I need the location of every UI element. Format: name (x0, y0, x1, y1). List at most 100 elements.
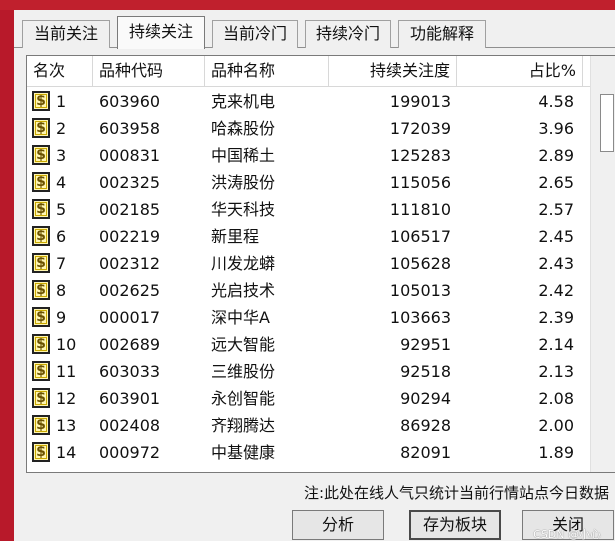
analyze-button[interactable]: 分析 (292, 510, 384, 540)
code-cell: 002625 (99, 281, 161, 300)
rank-cell: 6 (56, 227, 67, 246)
list-item[interactable]: $2 603958 哈森股份 172039 3.96 (27, 115, 591, 142)
ratio-cell: 2.00 (538, 416, 574, 435)
dollar-icon: $ (32, 361, 50, 381)
name-cell: 中基健康 (211, 443, 276, 462)
list-item[interactable]: $3 000831 中国稀土 125283 2.89 (27, 142, 591, 169)
list-item[interactable]: $6 002219 新里程 106517 2.45 (27, 223, 591, 250)
name-cell: 中国稀土 (211, 146, 276, 165)
header-code[interactable]: 品种代码 (93, 56, 205, 87)
list-item[interactable]: $7 002312 川发龙蟒 105628 2.43 (27, 250, 591, 277)
rank-cell: 11 (56, 362, 77, 381)
attention-cell: 92951 (400, 335, 451, 354)
header-attention[interactable]: 持续关注度 (329, 56, 457, 87)
rank-cell: 7 (56, 254, 67, 273)
list-item[interactable]: $11 603033 三维股份 92518 2.13 (27, 358, 591, 385)
code-cell: 002689 (99, 335, 161, 354)
attention-cell: 103663 (389, 308, 451, 327)
dollar-icon: $ (32, 442, 50, 462)
list-item[interactable]: $4 002325 洪涛股份 115056 2.65 (27, 169, 591, 196)
attention-cell: 125283 (389, 146, 451, 165)
scrollbar-thumb[interactable] (600, 94, 614, 152)
name-cell: 克来机电 (211, 92, 276, 111)
code-cell: 002408 (99, 416, 161, 435)
save-block-button[interactable]: 存为板块 (409, 510, 501, 540)
rank-cell: 12 (56, 389, 77, 408)
ratio-cell: 3.96 (538, 119, 574, 138)
rank-cell: 13 (56, 416, 77, 435)
list-item[interactable]: $9 000017 深中华A 103663 2.39 (27, 304, 591, 331)
ratio-cell: 2.13 (538, 362, 574, 381)
name-cell: 永创智能 (211, 389, 276, 408)
ranking-list[interactable]: 名次 品种代码 品种名称 持续关注度 占比% $1 603960 克来机电 19901… (26, 55, 615, 473)
rank-cell: 4 (56, 173, 67, 192)
ratio-cell: 2.57 (538, 200, 574, 219)
tab-bar: 当前关注 持续关注 当前冷门 持续冷门 功能解释 (14, 16, 615, 49)
attention-cell: 106517 (389, 227, 451, 246)
ratio-cell: 2.39 (538, 308, 574, 327)
list-item[interactable]: $12 603901 永创智能 90294 2.08 (27, 385, 591, 412)
attention-cell: 92518 (400, 362, 451, 381)
dollar-icon: $ (32, 118, 50, 138)
rank-cell: 3 (56, 146, 67, 165)
rank-cell: 5 (56, 200, 67, 219)
name-cell: 深中华A (211, 308, 270, 327)
code-cell: 000972 (99, 443, 161, 462)
dollar-icon: $ (32, 91, 50, 111)
ratio-cell: 2.08 (538, 389, 574, 408)
attention-cell: 105628 (389, 254, 451, 273)
ratio-cell: 4.58 (538, 92, 574, 111)
dollar-icon: $ (32, 415, 50, 435)
rank-cell: 14 (56, 443, 77, 462)
attention-cell: 199013 (389, 92, 451, 111)
list-item[interactable]: $14 000972 中基健康 82091 1.89 (27, 439, 591, 466)
tab-current-attention[interactable]: 当前关注 (22, 20, 110, 48)
footnote: 注:此处在线人气只统计当前行情站点今日数据 (303, 484, 609, 502)
rank-cell: 9 (56, 308, 67, 327)
tab-function-explanation[interactable]: 功能解释 (398, 20, 486, 48)
rank-cell: 2 (56, 119, 67, 138)
dollar-icon: $ (32, 199, 50, 219)
list-item[interactable]: $13 002408 齐翔腾达 86928 2.00 (27, 412, 591, 439)
header-name[interactable]: 品种名称 (205, 56, 329, 87)
rank-cell: 10 (56, 335, 77, 354)
list-item[interactable]: $1 603960 克来机电 199013 4.58 (27, 88, 591, 115)
code-cell: 603960 (99, 92, 161, 111)
title-bar (0, 0, 615, 10)
attention-cell: 172039 (389, 119, 451, 138)
list-item[interactable]: $5 002185 华天科技 111810 2.57 (27, 196, 591, 223)
tab-current-unpopular[interactable]: 当前冷门 (212, 20, 298, 48)
list-item[interactable]: $10 002689 远大智能 92951 2.14 (27, 331, 591, 358)
dollar-icon: $ (32, 280, 50, 300)
name-cell: 哈森股份 (211, 119, 276, 138)
list-header: 名次 品种代码 品种名称 持续关注度 占比% (27, 56, 591, 87)
ratio-cell: 2.42 (538, 281, 574, 300)
name-cell: 三维股份 (211, 362, 276, 381)
vertical-scrollbar[interactable] (590, 56, 615, 472)
rank-cell: 8 (56, 281, 67, 300)
code-cell: 000831 (99, 146, 161, 165)
dollar-icon: $ (32, 253, 50, 273)
tab-continuous-attention[interactable]: 持续关注 (117, 16, 205, 49)
dollar-icon: $ (32, 334, 50, 354)
header-ratio[interactable]: 占比% (457, 56, 583, 87)
code-cell: 603033 (99, 362, 161, 381)
ratio-cell: 1.89 (538, 443, 574, 462)
name-cell: 洪涛股份 (211, 173, 276, 192)
code-cell: 002325 (99, 173, 161, 192)
code-cell: 603901 (99, 389, 161, 408)
name-cell: 光启技术 (211, 281, 276, 300)
list-item[interactable]: $8 002625 光启技术 105013 2.42 (27, 277, 591, 304)
ratio-cell: 2.43 (538, 254, 574, 273)
tab-continuous-unpopular[interactable]: 持续冷门 (305, 20, 391, 48)
ratio-cell: 2.14 (538, 335, 574, 354)
attention-cell: 86928 (400, 416, 451, 435)
ratio-cell: 2.65 (538, 173, 574, 192)
attention-cell: 90294 (400, 389, 451, 408)
code-cell: 000017 (99, 308, 161, 327)
rank-cell: 1 (56, 92, 67, 111)
watermark: CSDN @小心 (533, 528, 601, 541)
header-rank[interactable]: 名次 (27, 56, 93, 87)
dollar-icon: $ (32, 172, 50, 192)
code-cell: 002185 (99, 200, 161, 219)
